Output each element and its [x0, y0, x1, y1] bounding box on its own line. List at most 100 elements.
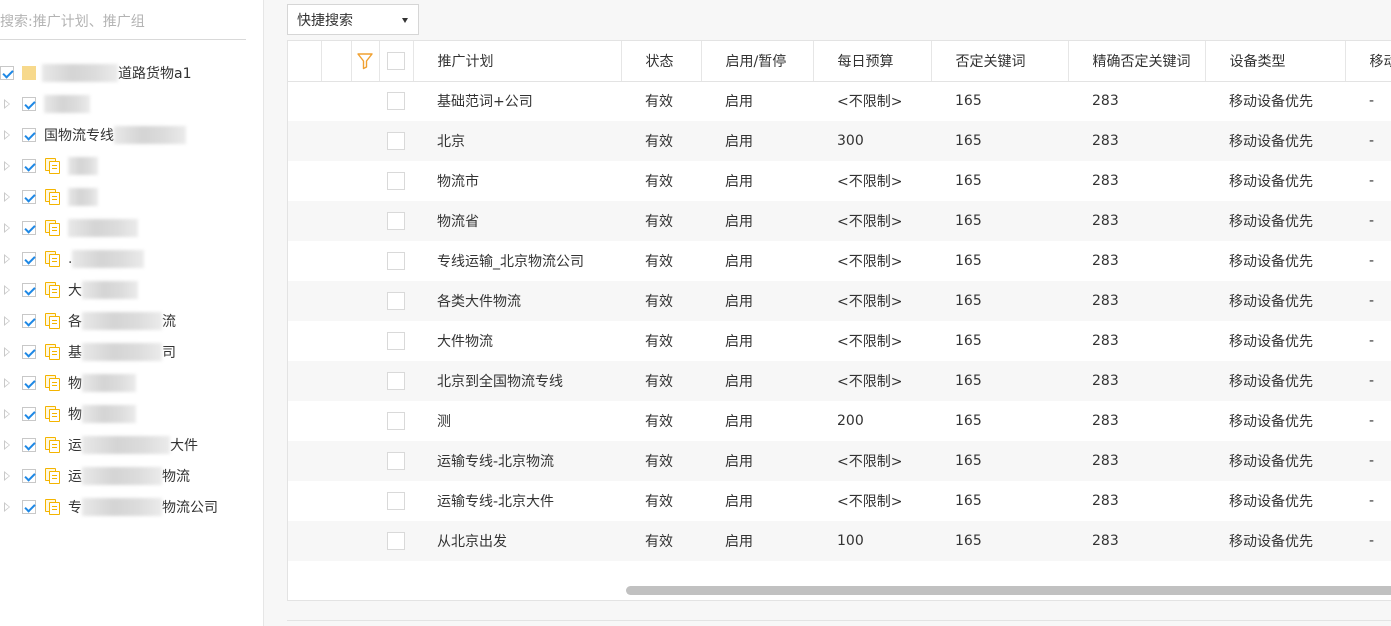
- tree-item-checkbox[interactable]: [22, 344, 36, 359]
- expand-arrow-icon[interactable]: [0, 491, 22, 522]
- tree-item[interactable]: [0, 88, 263, 119]
- col-header-enable[interactable]: 启用/暂停: [701, 41, 814, 82]
- tree-item[interactable]: .: [0, 243, 263, 274]
- table-row[interactable]: 各类大件物流 有效 启用 <不限制> 165 283 移动设备优先 -: [288, 281, 1391, 321]
- table-row[interactable]: 北京 有效 启用 300 165 283 移动设备优先 -: [288, 121, 1391, 161]
- cell-plan[interactable]: 测: [413, 401, 621, 441]
- cell-budget[interactable]: <不限制>: [813, 481, 931, 521]
- table-row[interactable]: 物流省 有效 启用 <不限制> 165 283 移动设备优先 -: [288, 201, 1391, 241]
- cell-plan[interactable]: 运输专线-北京物流: [413, 441, 621, 481]
- tree-item[interactable]: 运 大件: [0, 429, 263, 460]
- tree-item-checkbox[interactable]: [22, 96, 36, 111]
- row-checkbox[interactable]: [387, 252, 405, 270]
- tree-item-checkbox[interactable]: [22, 375, 36, 390]
- tree-item[interactable]: 专 物流公司: [0, 491, 263, 522]
- tree-item[interactable]: 基司: [0, 336, 263, 367]
- tree-item-checkbox[interactable]: [22, 189, 36, 204]
- table-row[interactable]: 专线运输_北京物流公司 有效 启用 <不限制> 165 283 移动设备优先 -: [288, 241, 1391, 281]
- cell-plan[interactable]: 物流市: [413, 161, 621, 201]
- tree-item-checkbox[interactable]: [22, 251, 36, 266]
- cell-plan[interactable]: 基础范词+公司: [413, 81, 621, 121]
- cell-budget[interactable]: <不限制>: [813, 161, 931, 201]
- row-checkbox[interactable]: [387, 292, 405, 310]
- table-row[interactable]: 运输专线-北京大件 有效 启用 <不限制> 165 283 移动设备优先 -: [288, 481, 1391, 521]
- expand-arrow-icon[interactable]: [0, 398, 22, 429]
- cell-budget[interactable]: <不限制>: [813, 441, 931, 481]
- tree-item[interactable]: 物: [0, 398, 263, 429]
- table-row[interactable]: 测 有效 启用 200 165 283 移动设备优先 -: [288, 401, 1391, 441]
- expand-arrow-icon[interactable]: [0, 181, 22, 212]
- expand-arrow-icon[interactable]: [0, 367, 22, 398]
- table-row[interactable]: 物流市 有效 启用 <不限制> 165 283 移动设备优先 -: [288, 161, 1391, 201]
- expand-arrow-icon[interactable]: [0, 243, 22, 274]
- tree-item-checkbox[interactable]: [22, 158, 36, 173]
- cell-budget[interactable]: <不限制>: [813, 321, 931, 361]
- quick-search-dropdown[interactable]: 快捷搜索: [287, 4, 419, 35]
- expand-arrow-icon[interactable]: [0, 212, 22, 243]
- cell-budget[interactable]: <不限制>: [813, 361, 931, 401]
- col-header-plan[interactable]: 推广计划: [413, 41, 622, 82]
- col-header-mobile[interactable]: 移动: [1345, 41, 1391, 82]
- expand-arrow-icon[interactable]: [0, 305, 22, 336]
- cell-plan[interactable]: 专线运输_北京物流公司: [413, 241, 621, 281]
- expand-arrow-icon[interactable]: [0, 88, 22, 119]
- expand-arrow-icon[interactable]: [0, 150, 22, 181]
- tree-item[interactable]: [0, 181, 263, 212]
- cell-plan[interactable]: 北京到全国物流专线: [413, 361, 621, 401]
- cell-budget[interactable]: <不限制>: [813, 281, 931, 321]
- cell-enable[interactable]: 启用: [701, 161, 813, 201]
- row-checkbox[interactable]: [387, 132, 405, 150]
- cell-budget[interactable]: 100: [813, 521, 931, 561]
- cell-plan[interactable]: 物流省: [413, 201, 621, 241]
- sidebar-search[interactable]: [0, 4, 246, 40]
- cell-enable[interactable]: 启用: [701, 121, 813, 161]
- tree-item[interactable]: 各流: [0, 305, 263, 336]
- table-row[interactable]: 北京到全国物流专线 有效 启用 <不限制> 165 283 移动设备优先 -: [288, 361, 1391, 401]
- row-checkbox[interactable]: [387, 212, 405, 230]
- tree-item-checkbox[interactable]: [22, 437, 36, 452]
- cell-plan[interactable]: 北京: [413, 121, 621, 161]
- cell-budget[interactable]: 200: [813, 401, 931, 441]
- table-row[interactable]: 大件物流 有效 启用 <不限制> 165 283 移动设备优先 -: [288, 321, 1391, 361]
- tree-item-checkbox[interactable]: [22, 499, 36, 514]
- cell-enable[interactable]: 启用: [701, 281, 813, 321]
- expand-arrow-icon[interactable]: [0, 460, 22, 491]
- tree-item[interactable]: 运 物流: [0, 460, 263, 491]
- tree-item-checkbox[interactable]: [22, 468, 36, 483]
- cell-enable[interactable]: 启用: [701, 441, 813, 481]
- row-checkbox[interactable]: [387, 412, 405, 430]
- tree-root-checkbox[interactable]: [0, 66, 14, 80]
- cell-plan[interactable]: 从北京出发: [413, 521, 621, 561]
- tree-item[interactable]: [0, 150, 263, 181]
- row-checkbox[interactable]: [387, 492, 405, 510]
- cell-budget[interactable]: <不限制>: [813, 241, 931, 281]
- expand-arrow-icon[interactable]: [0, 274, 22, 305]
- col-header-negative-keywords[interactable]: 否定关键词: [931, 41, 1069, 82]
- filter-icon[interactable]: [356, 52, 374, 70]
- tree-item[interactable]: 物: [0, 367, 263, 398]
- row-checkbox[interactable]: [387, 92, 405, 111]
- table-row[interactable]: 从北京出发 有效 启用 100 165 283 移动设备优先 -: [288, 521, 1391, 561]
- cell-enable[interactable]: 启用: [701, 481, 813, 521]
- cell-budget[interactable]: <不限制>: [813, 201, 931, 241]
- tree-item[interactable]: 国物流专线: [0, 119, 263, 150]
- expand-arrow-icon[interactable]: [0, 336, 22, 367]
- cell-enable[interactable]: 启用: [701, 321, 813, 361]
- expand-arrow-icon[interactable]: [0, 119, 22, 150]
- table-row[interactable]: 基础范词+公司 有效 启用 <不限制> 165 283 移动设备优先 -: [288, 81, 1391, 121]
- cell-enable[interactable]: 启用: [701, 401, 813, 441]
- horizontal-scrollbar[interactable]: [626, 586, 1391, 595]
- row-checkbox[interactable]: [387, 332, 405, 350]
- select-all-checkbox[interactable]: [387, 51, 405, 70]
- cell-enable[interactable]: 启用: [701, 361, 813, 401]
- col-header-status[interactable]: 状态: [621, 41, 702, 82]
- expand-arrow-icon[interactable]: [0, 429, 22, 460]
- tree-item[interactable]: 大: [0, 274, 263, 305]
- row-checkbox[interactable]: [387, 532, 405, 550]
- col-header-device-type[interactable]: 设备类型: [1205, 41, 1346, 82]
- header-filter-cell[interactable]: [351, 41, 380, 82]
- table-row[interactable]: 运输专线-北京物流 有效 启用 <不限制> 165 283 移动设备优先 -: [288, 441, 1391, 481]
- tree-item-checkbox[interactable]: [22, 220, 36, 235]
- tree-item-checkbox[interactable]: [22, 282, 36, 297]
- tree-root[interactable]: 道路货物a1: [0, 58, 263, 88]
